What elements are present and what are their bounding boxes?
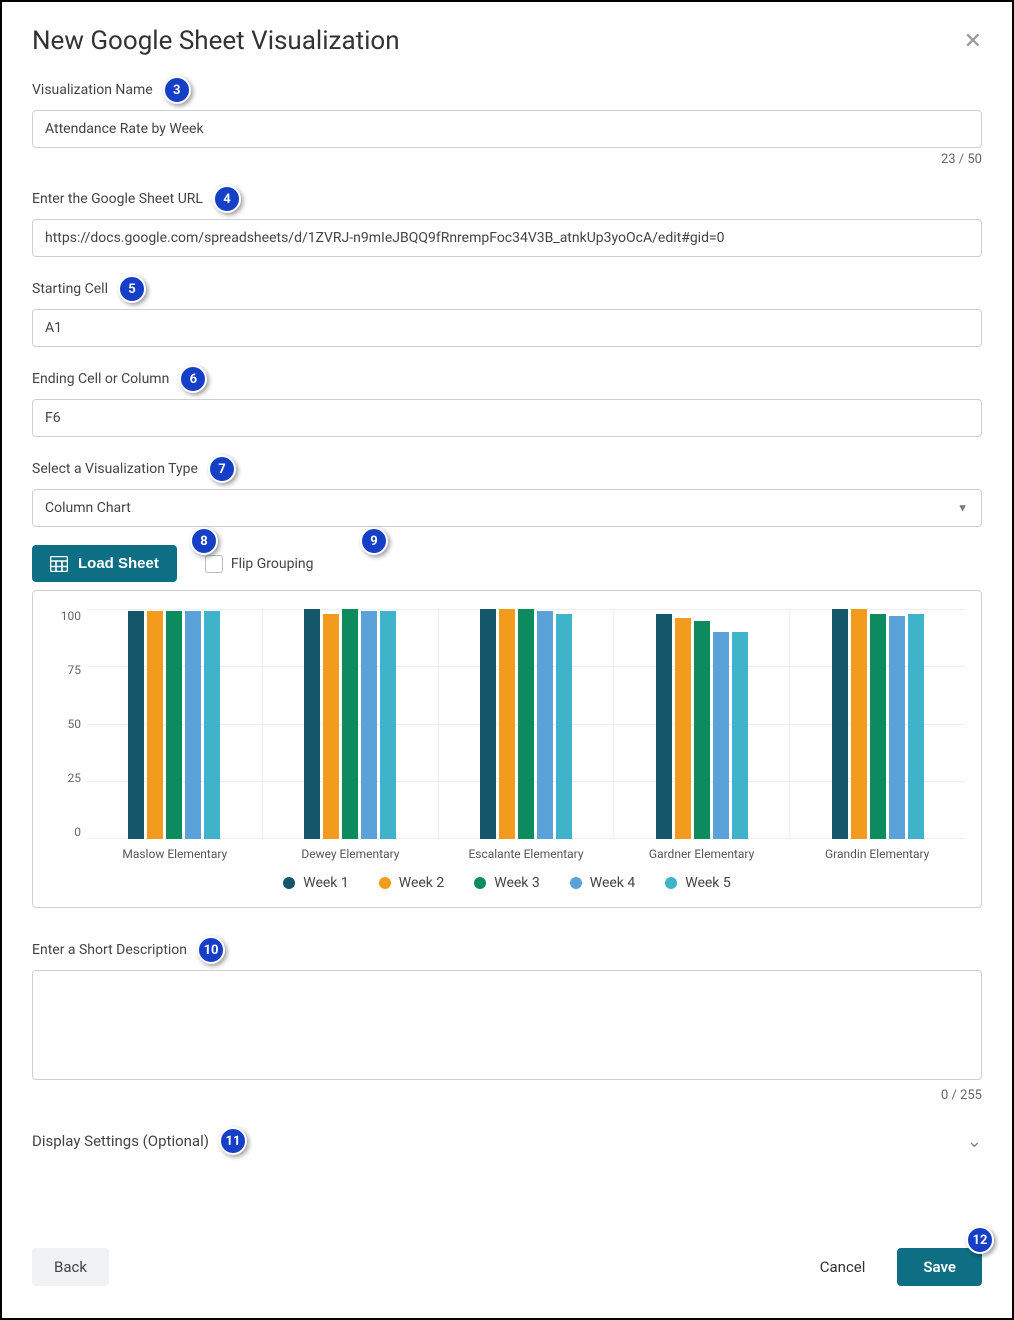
chart-bar	[166, 611, 182, 839]
chart-group	[87, 609, 262, 839]
badge-11: 11	[219, 1127, 247, 1155]
chart-bar	[537, 611, 553, 839]
display-settings-toggle[interactable]: Display Settings (Optional) 11 ⌄	[32, 1121, 982, 1161]
chevron-down-icon: ⌄	[967, 1131, 982, 1152]
legend-swatch	[474, 877, 486, 889]
vis-name-input[interactable]	[32, 110, 982, 148]
cancel-button[interactable]: Cancel	[798, 1248, 888, 1286]
chart-bar	[480, 609, 496, 839]
badge-9: 9	[360, 527, 388, 555]
sheet-icon	[50, 556, 68, 572]
chart-bar	[342, 609, 358, 839]
flip-grouping-label: Flip Grouping	[231, 556, 314, 572]
chart-bar	[185, 611, 201, 839]
badge-5: 5	[118, 275, 146, 303]
chart-bar	[732, 632, 748, 839]
legend-item: Week 2	[379, 875, 445, 891]
chart-bar	[499, 609, 515, 839]
legend-item: Week 1	[283, 875, 349, 891]
chart-bar	[361, 611, 377, 839]
chart-bar	[889, 616, 905, 839]
badge-12: 12	[966, 1226, 994, 1254]
legend-item: Week 5	[665, 875, 731, 891]
chart-group	[438, 609, 614, 839]
y-tick: 25	[68, 771, 82, 785]
legend-item: Week 3	[474, 875, 540, 891]
y-tick: 75	[68, 663, 82, 677]
legend-swatch	[283, 877, 295, 889]
x-label: Dewey Elementary	[263, 847, 439, 861]
vis-name-char-count: 23 / 50	[32, 152, 982, 167]
legend-label: Week 5	[685, 875, 731, 891]
legend-label: Week 2	[399, 875, 445, 891]
display-settings-label: Display Settings (Optional)	[32, 1132, 209, 1150]
flip-grouping-checkbox[interactable]	[205, 555, 223, 573]
load-sheet-label: Load Sheet	[78, 555, 159, 572]
x-label: Maslow Elementary	[87, 847, 263, 861]
chart-group	[262, 609, 438, 839]
chart-bar	[851, 609, 867, 839]
x-label: Grandin Elementary	[789, 847, 965, 861]
chart-bar	[908, 614, 924, 839]
start-cell-label: Starting Cell	[32, 281, 108, 297]
y-tick: 100	[61, 609, 81, 623]
chart-group	[789, 609, 965, 839]
chart-bar	[518, 609, 534, 839]
legend-swatch	[665, 877, 677, 889]
chart-bar	[713, 632, 729, 839]
badge-3: 3	[163, 76, 191, 104]
desc-label: Enter a Short Description	[32, 942, 187, 958]
save-button[interactable]: Save	[897, 1248, 982, 1286]
legend-label: Week 3	[494, 875, 540, 891]
x-label: Gardner Elementary	[614, 847, 790, 861]
legend-label: Week 4	[590, 875, 636, 891]
badge-4: 4	[213, 185, 241, 213]
url-label: Enter the Google Sheet URL	[32, 191, 203, 207]
chart-bar	[380, 611, 396, 839]
legend-label: Week 1	[303, 875, 349, 891]
start-cell-input[interactable]	[32, 309, 982, 347]
badge-8: 8	[190, 527, 218, 555]
badge-6: 6	[179, 365, 207, 393]
x-label: Escalante Elementary	[438, 847, 614, 861]
chart-group	[613, 609, 789, 839]
viz-type-select[interactable]: Column Chart	[32, 489, 982, 527]
chart-bar	[304, 609, 320, 839]
desc-textarea[interactable]	[32, 970, 982, 1080]
chart-bar	[694, 621, 710, 840]
chart-preview: 100 75 50 25 0 Maslow ElementaryDewey Elemen…	[32, 590, 982, 908]
badge-7: 7	[208, 455, 236, 483]
vis-name-label: Visualization Name	[32, 82, 153, 98]
desc-char-count: 0 / 255	[32, 1088, 982, 1103]
close-icon[interactable]: ✕	[964, 29, 982, 54]
chart-bar	[147, 611, 163, 839]
back-button[interactable]: Back	[32, 1248, 109, 1286]
legend-swatch	[570, 877, 582, 889]
page-title: New Google Sheet Visualization	[32, 26, 400, 56]
chart-bar	[832, 609, 848, 839]
chart-bar	[675, 618, 691, 839]
y-tick: 0	[74, 825, 81, 839]
y-tick: 50	[68, 717, 82, 731]
legend-swatch	[379, 877, 391, 889]
badge-10: 10	[197, 936, 225, 964]
legend-item: Week 4	[570, 875, 636, 891]
viz-type-label: Select a Visualization Type	[32, 461, 198, 477]
end-cell-label: Ending Cell or Column	[32, 371, 169, 387]
chart-bar	[204, 611, 220, 839]
end-cell-input[interactable]	[32, 399, 982, 437]
load-sheet-button[interactable]: Load Sheet	[32, 545, 177, 582]
url-input[interactable]	[32, 219, 982, 257]
chart-bar	[870, 614, 886, 839]
chart-bar	[323, 614, 339, 839]
chart-bar	[656, 614, 672, 839]
chart-bar	[128, 611, 144, 839]
chart-bar	[556, 614, 572, 839]
